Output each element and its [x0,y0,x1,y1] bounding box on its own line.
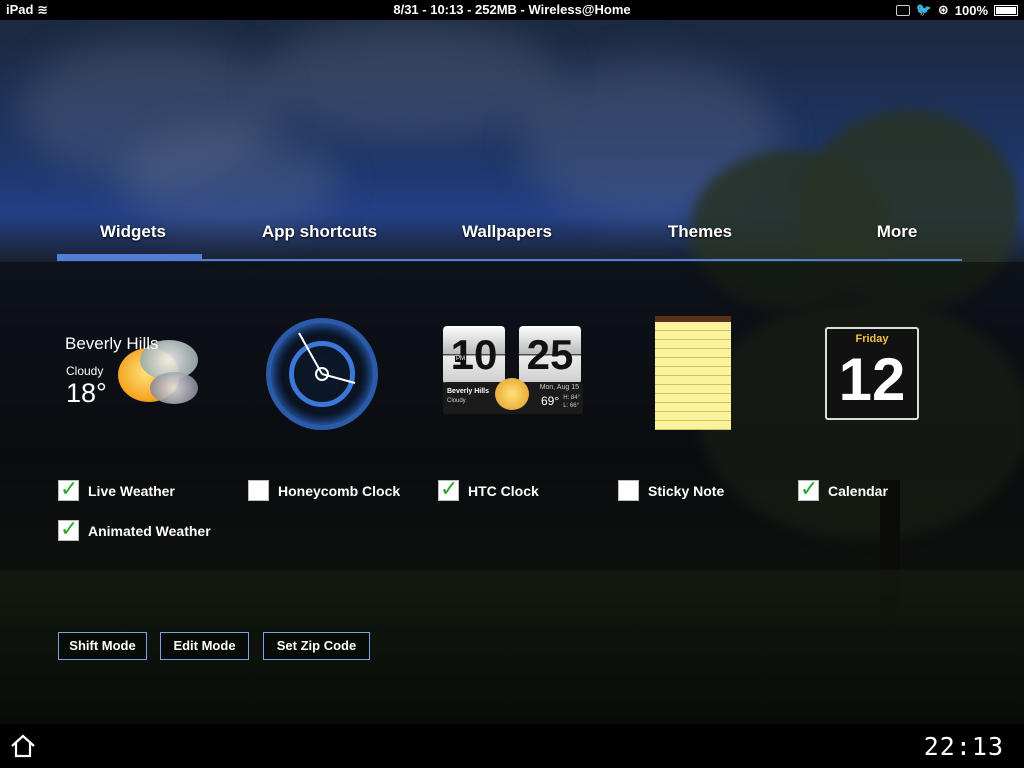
option-label: Animated Weather [88,522,211,539]
cloud-icon [150,372,198,404]
shift-mode-button[interactable]: Shift Mode [58,632,147,660]
checkbox-checked[interactable] [58,476,79,502]
sun-icon [495,378,529,410]
htc-temperature: 69° [541,394,560,408]
mail-icon [895,4,910,16]
bottom-bar [0,724,1024,768]
status-center-text: 8/31 - 10:13 - 252MB - Wireless@Home [393,2,631,17]
honeycomb-clock-preview [266,318,378,430]
calendar-date: 12 [838,346,906,413]
htc-clock-preview: 10 PM 25 Beverly Hills Cloudy Mon, Aug 1… [443,326,583,418]
status-bar: iPad ≋ 8/31 - 10:13 - 252MB - Wireless@H… [0,0,1024,20]
tab-active-indicator [57,254,202,261]
option-honeycomb-clock[interactable]: Honeycomb Clock [248,480,400,501]
option-live-weather[interactable]: Live Weather [58,476,175,502]
htc-hour: 10 [443,326,505,384]
weather-temperature: 18° [66,378,107,408]
checkbox-unchecked[interactable] [618,480,639,501]
tab-bar: Widgets App shortcuts Wallpapers Themes … [57,218,962,262]
tab-themes[interactable]: Themes [637,218,763,258]
option-sticky-note[interactable]: Sticky Note [618,480,724,501]
twitter-icon: 🐦 [915,2,932,17]
checkbox-checked[interactable] [58,516,79,542]
status-right: 🐦 ⊛ 100% [895,2,1018,18]
battery-icon [994,4,1018,16]
clock-hands-icon [298,332,356,384]
htc-city: Beverly Hills [447,388,490,395]
home-icon[interactable] [10,733,36,759]
option-label: Calendar [828,482,888,499]
tab-app-shortcuts[interactable]: App shortcuts [237,218,402,258]
htc-condition: Cloudy [447,398,466,404]
option-label: HTC Clock [468,482,539,499]
tab-more[interactable]: More [847,218,947,258]
htc-date: Mon, Aug 15 [539,384,579,391]
calendar-day: Friday [855,333,889,345]
tab-widgets[interactable]: Widgets [57,218,209,258]
htc-low: L: 66° [563,403,579,409]
checkbox-unchecked[interactable] [248,480,269,501]
weather-condition: Cloudy [66,364,104,378]
htc-minute: 25 [519,326,581,384]
htc-high: H: 84° [563,395,580,401]
checkbox-checked[interactable] [438,476,459,502]
checkbox-checked[interactable] [798,476,819,502]
calendar-preview: Friday 12 [825,327,919,420]
option-label: Sticky Note [648,482,725,499]
clock-time: 22:13 [923,732,1004,761]
sticky-note-preview [655,316,731,430]
option-label: Honeycomb Clock [278,482,401,499]
option-calendar[interactable]: Calendar [798,476,888,502]
edit-mode-button[interactable]: Edit Mode [160,632,249,660]
option-label: Live Weather [88,482,175,499]
option-htc-clock[interactable]: HTC Clock [438,476,539,502]
htc-high-low: H: 84° L: 66° [563,394,580,410]
set-zip-code-button[interactable]: Set Zip Code [263,632,370,660]
htc-ampm: PM [455,356,466,362]
tab-wallpapers[interactable]: Wallpapers [437,218,577,258]
battery-percent: 100% [954,2,988,18]
option-animated-weather[interactable]: Animated Weather [58,516,211,542]
weather-city: Beverly Hills [65,334,159,353]
orientation-lock-icon: ⊛ [937,2,949,17]
